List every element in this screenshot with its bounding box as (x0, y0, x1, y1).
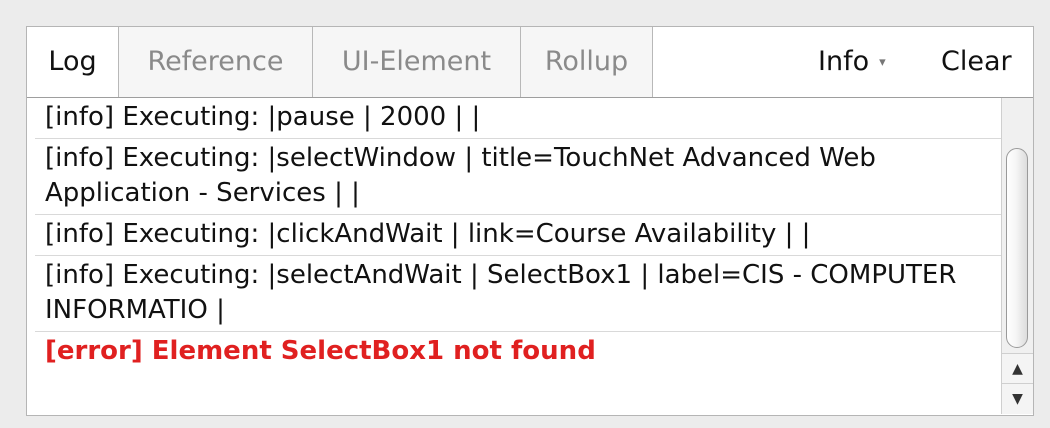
scrollbar-thumb[interactable] (1006, 148, 1028, 348)
log-output: [info] Executing: |pause | 2000 | | [inf… (35, 98, 1003, 414)
tab-bar: Log Reference UI-Element Rollup Info ▾ Cl… (27, 27, 1033, 98)
scroll-up-arrow-icon[interactable]: ▲ (1002, 353, 1033, 384)
tab-log[interactable]: Log (27, 27, 119, 97)
log-entry: [info] Executing: |clickAndWait | link=C… (35, 215, 1003, 256)
log-panel: Log Reference UI-Element Rollup Info ▾ Cl… (26, 26, 1034, 416)
log-entry-error: [error] Element SelectBox1 not found (45, 336, 596, 366)
tab-reference[interactable]: Reference (119, 27, 313, 97)
tab-ui-element[interactable]: UI-Element (313, 27, 521, 97)
info-filter-dropdown[interactable]: Info ▾ (818, 27, 886, 97)
tab-rollup[interactable]: Rollup (521, 27, 653, 97)
scroll-down-arrow-icon[interactable]: ▼ (1002, 383, 1033, 414)
chevron-down-icon: ▾ (879, 54, 886, 70)
clear-button[interactable]: Clear (941, 27, 1012, 97)
log-entry: [info] Executing: |selectAndWait | Selec… (35, 256, 1003, 332)
log-entry: [info] Executing: |pause | 2000 | | (35, 98, 1003, 139)
log-entry: [info] Executing: |selectWindow | title=… (35, 139, 1003, 215)
info-filter-label: Info (818, 46, 870, 77)
vertical-scrollbar[interactable]: ▲ ▼ (1001, 98, 1033, 414)
